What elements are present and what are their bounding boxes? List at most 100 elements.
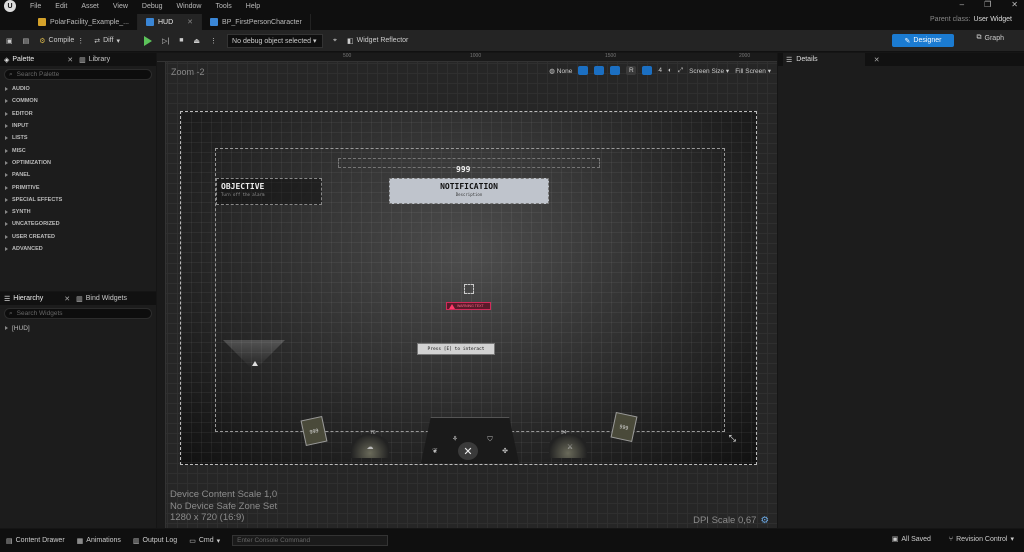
all-saved-button[interactable]: ▣ All Saved — [892, 535, 931, 544]
parent-class-value[interactable]: User Widget — [973, 16, 1012, 23]
palette-category[interactable]: PRIMITIVE — [0, 181, 156, 193]
menu-asset[interactable]: Asset — [81, 3, 99, 10]
tab-close-icon[interactable]: ✕ — [67, 56, 73, 64]
palette-category[interactable]: LISTS — [0, 132, 156, 144]
warning-widget[interactable]: WARNING TEXT — [446, 302, 491, 310]
palette-category-label: PRIMITIVE — [12, 184, 40, 191]
tab-label: BP_FirstPersonCharacter — [222, 18, 302, 26]
eject-button[interactable]: ⏏ — [193, 37, 200, 45]
tab-hud[interactable]: HUD ✕ — [137, 14, 203, 30]
console-input[interactable]: Enter Console Command — [232, 535, 389, 546]
palette-search-input[interactable]: ⌕ Search Palette — [4, 69, 152, 80]
designer-canvas[interactable]: 500 1000 1500 2000 Zoom -2 ◍ None R 4 ◐ … — [157, 53, 777, 528]
palette-category[interactable]: INPUT — [0, 120, 156, 132]
reflector-icon: ◧ — [347, 37, 354, 45]
leaf-icon: ⚘ — [451, 436, 459, 443]
expand-icon — [5, 136, 8, 141]
menu-help[interactable]: Help — [246, 3, 260, 10]
content-scale-info: Device Content Scale 1,0 — [170, 489, 278, 500]
menu-file[interactable]: File — [30, 3, 41, 10]
crosshair-icon[interactable] — [464, 284, 474, 294]
resize-handle-icon[interactable]: ⤡ — [729, 433, 736, 444]
palette-category[interactable]: PANEL — [0, 169, 156, 181]
tab-hierarchy[interactable]: ☰ Hierarchy ✕ — [4, 295, 70, 303]
graph-button[interactable]: ⧉ Graph — [977, 34, 1004, 42]
restore-icon[interactable]: ❐ — [984, 0, 991, 9]
animations-button[interactable]: ▦ Animations — [77, 537, 121, 545]
palette-category[interactable]: COMMON — [0, 95, 156, 107]
hierarchy-search-input[interactable]: ⌕ Search Widgets — [4, 308, 152, 319]
lock-toggle[interactable] — [594, 66, 605, 75]
tab-close-icon[interactable]: ✕ — [187, 18, 193, 26]
menu-edit[interactable]: Edit — [55, 3, 67, 10]
diff-label: Diff — [103, 37, 114, 44]
zoom-level: Zoom -2 — [171, 67, 205, 77]
step-button[interactable]: ▷| — [162, 37, 169, 45]
tab-palette[interactable]: ◈ Palette ✕ — [4, 56, 73, 64]
r-toggle[interactable]: R — [626, 66, 637, 75]
grid-toggle[interactable] — [642, 66, 653, 75]
palette-category[interactable]: MISC — [0, 144, 156, 156]
menu-tools[interactable]: Tools — [215, 3, 231, 10]
respect-locks-toggle[interactable] — [610, 66, 621, 75]
palette-category[interactable]: ADVANCED — [0, 243, 156, 255]
debug-find-button[interactable]: ⌖ — [333, 37, 337, 45]
palette-category[interactable]: UNCATEGORIZED — [0, 218, 156, 230]
widget-preview-screen[interactable]: 999 OBJECTIVE Turn off the alarm NOTIFIC… — [180, 111, 757, 465]
top-counter[interactable]: 999 — [456, 165, 470, 174]
objective-widget[interactable]: OBJECTIVE Turn off the alarm — [216, 178, 322, 205]
palette-category[interactable]: USER CREATED — [0, 231, 156, 243]
grid-snap-toggle[interactable] — [578, 66, 589, 75]
tab-close-icon[interactable]: ✕ — [64, 295, 70, 303]
palette-category[interactable]: OPTIMIZATION — [0, 157, 156, 169]
diff-button[interactable]: ⇄ Diff ▾ — [94, 37, 120, 45]
designer-button[interactable]: ✎ Designer — [892, 34, 954, 47]
content-drawer-button[interactable]: ▤ Content Drawer — [6, 537, 65, 545]
debug-object-select[interactable]: No debug object selected ▾ — [227, 33, 324, 48]
tab-bp-firstpersoncharacter[interactable]: BP_FirstPersonCharacter — [202, 14, 311, 30]
unreal-logo-icon[interactable]: U — [4, 0, 16, 12]
grid-size-value[interactable]: 4 — [658, 67, 662, 74]
menu-debug[interactable]: Debug — [142, 3, 163, 10]
expand-icon[interactable] — [5, 326, 8, 331]
options-button[interactable]: ⋮ — [210, 37, 217, 45]
tab-bind-widgets[interactable]: ▥ Bind Widgets — [76, 295, 127, 303]
preview-mode-button[interactable]: ◍ None — [549, 67, 572, 75]
more-icon[interactable]: ⋮ — [77, 37, 84, 45]
tab-close-icon[interactable]: ✕ — [874, 56, 880, 64]
palette-category[interactable]: SPECIAL EFFECTS — [0, 194, 156, 206]
save-button[interactable]: ▣ — [6, 37, 13, 45]
menu-window[interactable]: Window — [177, 3, 202, 10]
tab-polarfacility[interactable]: PolarFacility_Example_... — [30, 14, 138, 30]
hierarchy-root-item[interactable]: [HUD] — [0, 322, 156, 334]
palette-category[interactable]: EDITOR — [0, 108, 156, 120]
pause-icon[interactable]: ◐ — [668, 67, 672, 74]
widget-reflector-button[interactable]: ◧ Widget Reflector — [347, 37, 408, 45]
shield-icon: ⛉ — [487, 436, 493, 443]
close-icon[interactable]: ✕ — [1011, 0, 1018, 9]
compile-button[interactable]: ⚙ Compile ⋮ — [39, 37, 84, 45]
browse-button[interactable]: ▤ — [23, 37, 30, 45]
tab-library[interactable]: ▥ Library — [79, 56, 110, 64]
stop-button[interactable]: ■ — [179, 37, 183, 44]
minimize-icon[interactable]: – — [960, 0, 964, 9]
dpi-preview-icon[interactable]: ⤢ — [678, 67, 683, 75]
tab-bind-label: Bind Widgets — [85, 295, 127, 302]
interact-prompt[interactable]: Press [E] to interact — [417, 343, 495, 355]
palette-category[interactable]: AUDIO — [0, 83, 156, 95]
cmd-select[interactable]: ▭ Cmd ▾ — [189, 537, 220, 545]
screen-size-select[interactable]: Screen Size ▾ — [689, 67, 729, 75]
menu-view[interactable]: View — [113, 3, 128, 10]
palette-category[interactable]: SYNTH — [0, 206, 156, 218]
output-log-button[interactable]: ▥ Output Log — [133, 537, 177, 545]
gear-icon[interactable]: ⚙ — [760, 515, 769, 526]
notification-widget[interactable]: NOTIFICATION Description — [389, 178, 549, 204]
ruler-horizontal: 500 1000 1500 2000 — [157, 53, 777, 62]
palette-category-label: UNCATEGORIZED — [12, 221, 60, 228]
tab-details[interactable]: ☰ Details ✕ — [783, 53, 880, 66]
fill-screen-select[interactable]: Fill Screen ▾ — [735, 67, 771, 75]
play-button[interactable] — [143, 35, 152, 46]
hierarchy-root-label: [HUD] — [12, 324, 30, 332]
close-hud-icon[interactable]: ✕ — [458, 442, 478, 460]
revision-control-button[interactable]: ⑂ Revision Control ▾ — [949, 535, 1014, 544]
